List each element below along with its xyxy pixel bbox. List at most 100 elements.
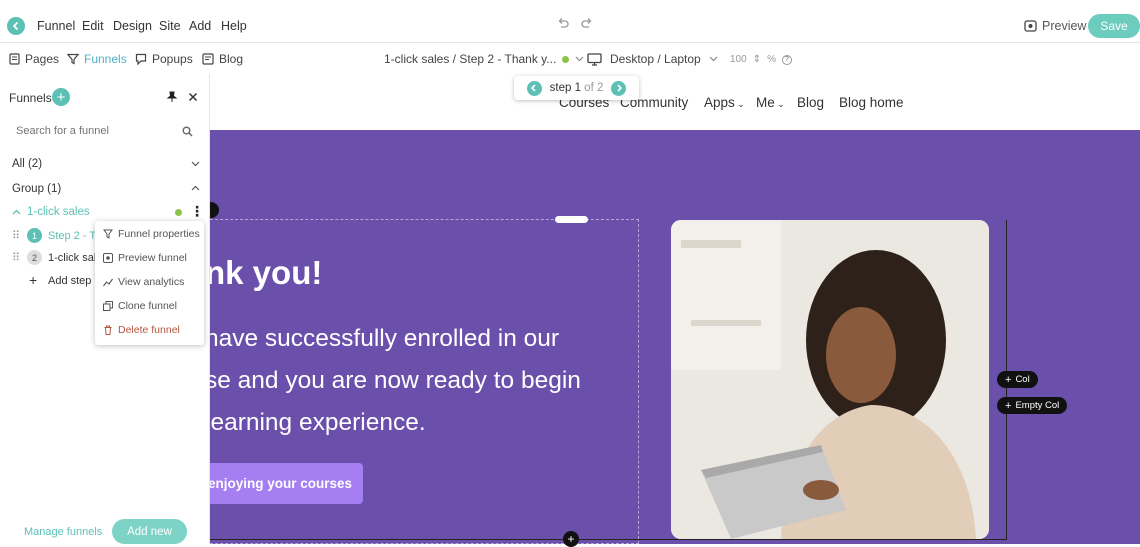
drag-handle-icon[interactable]: ⠿ <box>12 251 20 264</box>
zoom-unit: % <box>767 54 776 65</box>
chevron-down-icon <box>575 56 584 62</box>
plus-icon: + <box>29 272 38 288</box>
step-total: of 2 <box>584 82 604 94</box>
page-icon <box>9 53 20 65</box>
device-label: Desktop / Laptop <box>610 52 701 66</box>
preview-label: Preview <box>1042 19 1087 33</box>
funnel-icon <box>67 53 79 65</box>
funnel-icon <box>103 229 113 239</box>
hero-body-text[interactable]: have successfully enrolled in our se and… <box>205 318 645 444</box>
manage-funnels-link[interactable]: Manage funnels <box>24 526 102 538</box>
chevron-up-icon[interactable] <box>12 209 21 215</box>
help-icon[interactable]: ? <box>781 54 792 65</box>
add-new-button[interactable]: Add new <box>112 519 187 544</box>
tab-funnels[interactable]: Funnels <box>67 52 127 66</box>
nav-blog-home[interactable]: Blog home <box>839 95 904 110</box>
plus-icon: + <box>1005 399 1012 412</box>
step-item-label[interactable]: 1-click sal <box>48 252 96 264</box>
chevron-down-icon[interactable] <box>191 161 200 167</box>
breadcrumb[interactable]: 1-click sales / Step 2 - Thank y... <box>384 52 584 66</box>
cta-button[interactable]: enjoying your courses <box>198 463 363 504</box>
menu-help[interactable]: Help <box>221 19 247 33</box>
nav-blog[interactable]: Blog <box>797 95 824 110</box>
back-button[interactable] <box>7 17 25 35</box>
top-bar: Funnel Edit Design Site Add Help Preview… <box>0 0 1140 43</box>
hero-body-line: have successfully enrolled in our <box>205 325 560 352</box>
funnel-context-menu: Funnel properties Preview funnel View an… <box>95 221 204 345</box>
menu-design[interactable]: Design <box>113 19 152 33</box>
tab-funnels-label: Funnels <box>84 52 127 66</box>
menu-edit[interactable]: Edit <box>82 19 104 33</box>
popup-icon <box>135 53 147 65</box>
device-selector[interactable]: Desktop / Laptop <box>587 52 718 66</box>
plus-icon: + <box>1005 373 1012 386</box>
add-section-button[interactable]: + <box>563 531 579 547</box>
menu-delete-funnel-label: Delete funnel <box>118 324 180 336</box>
filter-group[interactable]: Group (1) <box>12 183 61 195</box>
menu-preview-funnel[interactable]: Preview funnel <box>103 252 187 264</box>
blog-icon <box>202 53 214 65</box>
next-step-button[interactable] <box>611 80 627 96</box>
trash-icon <box>104 325 112 335</box>
menu-view-analytics[interactable]: View analytics <box>103 276 184 288</box>
menu-add[interactable]: Add <box>189 19 211 33</box>
menu-clone-funnel[interactable]: Clone funnel <box>103 300 177 312</box>
filter-all[interactable]: All (2) <box>12 158 42 170</box>
zoom-stepper-icon[interactable]: ⇕ <box>753 54 761 65</box>
chevron-down-icon <box>709 56 718 62</box>
more-options-icon[interactable]: ⋮ <box>190 204 204 218</box>
step-number-badge: 2 <box>27 250 42 265</box>
zoom-value[interactable]: 100 <box>730 54 747 65</box>
funnel-item-name[interactable]: 1-click sales <box>27 206 90 218</box>
drag-handle[interactable] <box>555 216 588 223</box>
status-dot <box>562 55 570 63</box>
hero-image[interactable] <box>671 220 989 539</box>
add-col-button[interactable]: + Col <box>997 371 1038 388</box>
prev-step-button[interactable] <box>526 80 542 96</box>
nav-apps[interactable]: Apps ⌄ <box>704 95 745 110</box>
add-col-label: Col <box>1015 374 1030 385</box>
menu-funnel[interactable]: Funnel <box>37 19 75 33</box>
nav-apps-label: Apps <box>704 95 735 110</box>
pin-icon[interactable] <box>166 91 178 103</box>
tab-blog-label: Blog <box>219 52 244 66</box>
step-indicator: step 1 of 2 <box>550 82 604 94</box>
analytics-icon <box>103 278 113 287</box>
save-button[interactable]: Save <box>1088 14 1140 38</box>
chevron-up-icon[interactable] <box>191 185 200 191</box>
undo-icon[interactable] <box>556 17 570 31</box>
woman-with-laptop-image <box>671 220 989 539</box>
nav-me[interactable]: Me ⌄ <box>756 95 785 110</box>
add-step-button[interactable]: Add step l <box>48 275 97 287</box>
drag-handle-icon[interactable]: ⠿ <box>12 229 20 242</box>
chevron-left-icon <box>531 84 536 92</box>
tab-pages[interactable]: Pages <box>9 52 59 66</box>
section-border-bottom <box>210 539 1007 540</box>
eye-icon <box>1024 20 1037 32</box>
menu-funnel-properties[interactable]: Funnel properties <box>103 228 200 240</box>
sidebar-title: Funnels <box>9 91 52 105</box>
tab-popups[interactable]: Popups <box>135 52 193 66</box>
chevron-left-icon <box>12 21 19 31</box>
monitor-icon <box>587 52 602 66</box>
menu-delete-funnel[interactable]: Delete funnel <box>103 324 180 336</box>
menu-clone-funnel-label: Clone funnel <box>118 300 177 312</box>
hero-heading[interactable]: nk you! <box>205 254 322 292</box>
breadcrumb-text: 1-click sales / Step 2 - Thank y... <box>384 52 557 66</box>
add-funnel-button[interactable]: + <box>52 88 70 106</box>
preview-button[interactable]: Preview <box>1024 19 1086 33</box>
add-empty-col-label: Empty Col <box>1015 400 1060 411</box>
redo-icon[interactable] <box>580 17 594 31</box>
add-empty-col-button[interactable]: + Empty Col <box>997 397 1068 414</box>
menu-preview-funnel-label: Preview funnel <box>118 252 187 264</box>
zoom-control[interactable]: 100 ⇕ % ? <box>730 54 792 65</box>
step-current: step 1 <box>549 82 581 94</box>
close-icon[interactable] <box>188 92 198 102</box>
tab-blog[interactable]: Blog <box>202 52 243 66</box>
menu-view-analytics-label: View analytics <box>118 276 185 288</box>
search-input[interactable] <box>10 121 180 141</box>
menu-site[interactable]: Site <box>159 19 181 33</box>
search-icon[interactable] <box>182 126 193 137</box>
step-number-badge: 1 <box>27 228 42 243</box>
step-navigator: step 1 of 2 <box>514 76 639 100</box>
